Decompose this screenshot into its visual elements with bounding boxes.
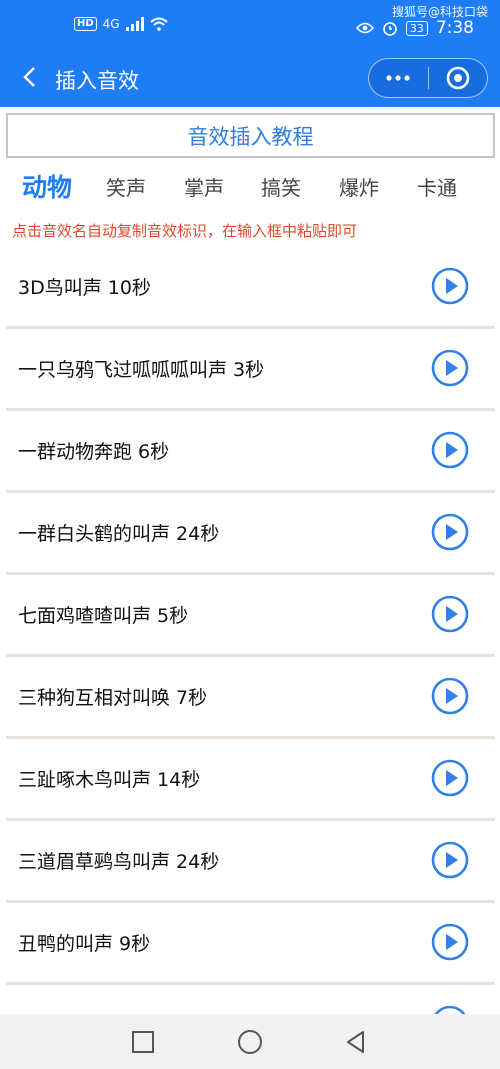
list-item[interactable]: 三趾啄木鸟叫声 14秒 — [6, 739, 495, 821]
list-item[interactable]: 一群动物奔跑 6秒 — [6, 411, 495, 493]
target-icon — [446, 66, 470, 90]
play-icon[interactable] — [431, 677, 469, 715]
play-icon[interactable] — [431, 513, 469, 551]
play-icon[interactable] — [431, 1005, 469, 1014]
nav-bar: 插入音效 — [0, 52, 500, 107]
page-title: 插入音效 — [55, 69, 139, 93]
play-icon[interactable] — [431, 431, 469, 469]
alarm-icon — [383, 22, 397, 36]
system-nav-bar — [0, 1014, 500, 1069]
status-right: 33 7:38 — [355, 18, 474, 38]
clock: 7:38 — [435, 18, 474, 38]
signal-icon — [125, 17, 144, 31]
sound-name[interactable]: 三道眉草鹀鸟叫声 24秒 — [18, 847, 219, 874]
list-item[interactable]: 一只乌鸦飞过呱呱呱叫声 3秒 — [6, 329, 495, 411]
sound-name[interactable]: 七面鸡喳喳叫声 5秒 — [18, 601, 188, 628]
sound-name[interactable]: 一群动物奔跑 6秒 — [18, 437, 169, 464]
sound-name[interactable]: 一群白头鹤的叫声 24秒 — [18, 519, 219, 546]
play-icon[interactable] — [431, 759, 469, 797]
list-item[interactable]: 三道眉草鹀鸟叫声 24秒 — [6, 821, 495, 903]
list-item[interactable] — [6, 985, 495, 1014]
sound-name[interactable]: 三趾啄木鸟叫声 14秒 — [18, 765, 200, 792]
list-item[interactable]: 3D鸟叫声 10秒 — [6, 247, 495, 329]
more-button[interactable] — [369, 59, 428, 97]
sound-name[interactable]: 三种狗互相对叫唤 7秒 — [18, 683, 207, 710]
play-icon[interactable] — [431, 267, 469, 305]
category-tabs: 动物 笑声 掌声 搞笑 爆炸 卡通 — [0, 168, 500, 208]
sound-name[interactable]: 3D鸟叫声 10秒 — [18, 273, 151, 300]
play-icon[interactable] — [431, 841, 469, 879]
network-label: 4G — [102, 17, 120, 31]
mini-program-capsule — [368, 58, 488, 98]
sound-name[interactable]: 一只乌鸦飞过呱呱呱叫声 3秒 — [18, 355, 264, 382]
home-icon[interactable] — [237, 1029, 263, 1055]
status-bar: HD 4G 搜狐号@科技口袋 33 7:38 — [0, 0, 500, 52]
wifi-icon — [149, 17, 168, 31]
list-item[interactable]: 一群白头鹤的叫声 24秒 — [6, 493, 495, 575]
tutorial-button[interactable]: 音效插入教程 — [6, 113, 495, 158]
sound-name[interactable]: 丑鸭的叫声 9秒 — [18, 929, 150, 956]
list-item[interactable]: 丑鸭的叫声 9秒 — [6, 903, 495, 985]
back-nav-icon[interactable] — [343, 1029, 369, 1055]
eye-icon — [355, 22, 374, 34]
recents-icon[interactable] — [130, 1029, 156, 1055]
tab-applause[interactable]: 掌声 — [184, 172, 224, 201]
hint-text: 点击音效名自动复制音效标识，在输入框中粘贴即可 — [12, 222, 358, 240]
play-icon[interactable] — [431, 595, 469, 633]
list-item[interactable]: 三种狗互相对叫唤 7秒 — [6, 657, 495, 739]
chevron-left-icon — [23, 67, 35, 87]
play-icon[interactable] — [431, 923, 469, 961]
more-dots-icon — [386, 75, 410, 81]
back-button[interactable] — [14, 62, 44, 92]
play-icon[interactable] — [431, 349, 469, 387]
close-miniprogram-button[interactable] — [429, 59, 488, 97]
sound-list: 3D鸟叫声 10秒 一只乌鸦飞过呱呱呱叫声 3秒 一群动物奔跑 6秒 一群白头鹤… — [6, 247, 495, 1014]
top-bar: HD 4G 搜狐号@科技口袋 33 7:38 插入音效 — [0, 0, 500, 107]
tab-animal[interactable]: 动物 — [22, 168, 72, 204]
tab-explosion[interactable]: 爆炸 — [339, 172, 379, 201]
tab-funny[interactable]: 搞笑 — [261, 172, 301, 201]
list-item[interactable]: 七面鸡喳喳叫声 5秒 — [6, 575, 495, 657]
hd-badge: HD — [74, 17, 97, 31]
tab-laughter[interactable]: 笑声 — [106, 172, 146, 201]
status-left: HD 4G — [74, 17, 168, 31]
tab-cartoon[interactable]: 卡通 — [417, 172, 457, 201]
battery-indicator: 33 — [405, 20, 428, 36]
